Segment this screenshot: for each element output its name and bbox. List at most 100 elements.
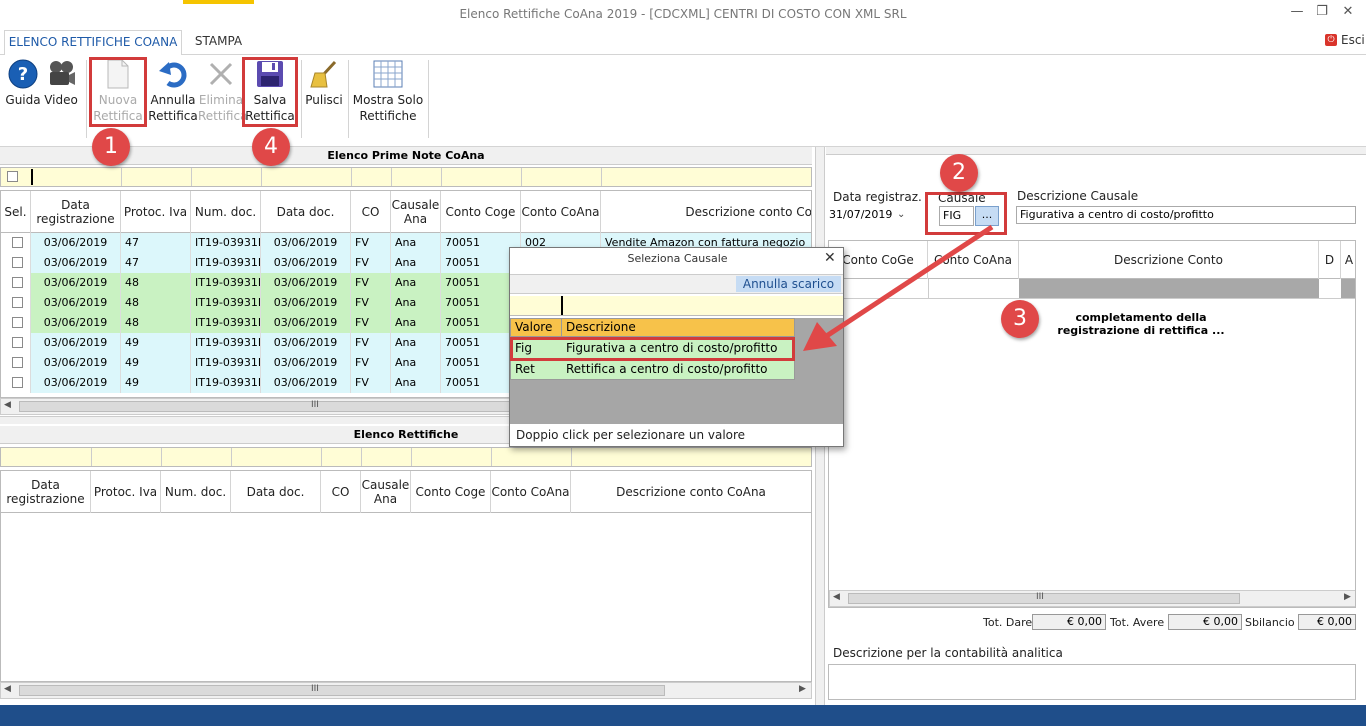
descrizione-analitica-field[interactable] [828,664,1356,700]
col-descrizione-conto-coana[interactable]: Descrizione conto CoAna [571,471,811,513]
cell-sel[interactable] [1,273,31,293]
video-button[interactable]: Video [42,58,80,108]
col-dare[interactable]: D [1319,241,1341,279]
scroll-right-icon[interactable]: ▶ [799,684,806,694]
cell-sel[interactable] [1,293,31,313]
cell-co: FV [351,273,391,293]
col-descrizione-conto[interactable]: Descrizione Conto [1019,241,1319,279]
rettifiche-hscrollbar[interactable]: ◀ III ▶ [0,682,812,699]
cell-sel[interactable] [1,373,31,393]
row-select-checkbox[interactable] [12,297,23,308]
guida-label: Guida [5,93,41,107]
list-item[interactable]: Ret Rettifica a centro di costo/profitto [510,360,795,380]
cell-prot: 48 [121,293,191,313]
dialog-filter-row[interactable] [510,296,843,316]
cell-prot: 49 [121,373,191,393]
scroll-grip: III [311,400,319,410]
dialog-header-row: Valore Descrizione [510,318,795,337]
cell-prot: 49 [121,333,191,353]
col-descrizione-conto[interactable]: Descrizione conto Co [601,191,811,233]
restore-icon[interactable]: ❐ [1310,4,1334,24]
righe-hscrollbar[interactable]: ◀ III ▶ [829,590,1355,607]
pulisci-label: Pulisci [305,93,343,107]
select-all-checkbox[interactable] [7,171,18,182]
prime-note-hscrollbar[interactable]: ◀ III [0,398,513,415]
row-select-checkbox[interactable] [12,317,23,328]
cell-data: 03/06/2019 [31,293,121,313]
cell-datadoc: 03/06/2019 [261,373,351,393]
close-window-icon[interactable]: ✕ [1336,4,1360,24]
col-causale-ana[interactable]: Causale Ana [391,191,441,233]
row-select-checkbox[interactable] [12,357,23,368]
row-select-checkbox[interactable] [12,337,23,348]
col-num-doc[interactable]: Num. doc. [191,191,261,233]
video-label: Video [44,93,78,107]
exit-icon[interactable]: ⏻ [1325,34,1337,46]
cell-caus: Ana [391,333,441,353]
highlight-fig-row [510,337,795,361]
tab-elenco-rettifiche[interactable]: ELENCO RETTIFICHE COANA [4,30,182,56]
filter-divider [121,168,122,186]
scroll-thumb[interactable] [848,593,1240,604]
right-top-splitter[interactable] [826,147,1366,155]
pulisci-button[interactable]: Pulisci [304,58,344,108]
col-conto-coge[interactable]: Conto Coge [411,471,491,513]
col-conto-coge[interactable]: Conto Coge [441,191,521,233]
col-num-doc[interactable]: Num. doc. [161,471,231,513]
guida-button[interactable]: ? Guida [4,58,42,108]
row-select-checkbox[interactable] [12,237,23,248]
col-causale-ana[interactable]: Causale Ana [361,471,411,513]
scroll-right-icon[interactable]: ▶ [1344,592,1351,602]
col-co[interactable]: CO [351,191,391,233]
delete-x-icon [205,58,237,90]
col-valore[interactable]: Valore [515,320,552,334]
row-select-checkbox[interactable] [12,277,23,288]
filter-divider [441,168,442,186]
mostra-solo-rettifiche-button[interactable]: Mostra Solo Rettifiche [352,58,424,124]
col-data-doc[interactable]: Data doc. [231,471,321,513]
cell-prot: 48 [121,313,191,333]
minimize-icon[interactable]: — [1285,4,1309,24]
cell-caus: Ana [391,313,441,333]
grid-icon [372,58,404,90]
elimina-rettifica-button[interactable]: Elimina Rettifica [198,58,247,124]
col-protoc-iva[interactable]: Protoc. Iva [121,191,191,233]
col-sel[interactable]: Sel. [1,191,31,233]
prime-note-filter-row[interactable] [0,167,812,187]
col-data-registrazione[interactable]: Data registrazione [31,191,121,233]
col-conto-coana[interactable]: Conto CoAna [521,191,601,233]
tab-stampa[interactable]: STAMPA [183,30,254,56]
col-descrizione[interactable]: Descrizione [566,320,636,334]
cell-sel[interactable] [1,253,31,273]
col-conto-coana[interactable]: Conto CoAna [491,471,571,513]
scroll-left-icon[interactable]: ◀ [833,592,840,602]
col-protoc-iva[interactable]: Protoc. Iva [91,471,161,513]
scroll-left-icon[interactable]: ◀ [4,400,11,410]
row-select-checkbox[interactable] [12,257,23,268]
exit-button[interactable]: Esci [1341,33,1365,47]
rettifiche-filter-row[interactable] [0,447,812,467]
highlight-salva [242,57,298,127]
ribbon-separator [428,60,429,138]
row-select-checkbox[interactable] [12,377,23,388]
dialog-footer-hint: Doppio click per selezionare un valore [516,428,746,442]
col-avere[interactable]: A [1341,241,1355,279]
col-co[interactable]: CO [321,471,361,513]
filter-divider [411,448,412,466]
col-data-registrazione[interactable]: Data registrazione [1,471,91,513]
cell-sel[interactable] [1,233,31,253]
scroll-left-icon[interactable]: ◀ [4,684,11,694]
cell-sel[interactable] [1,353,31,373]
cell-sel[interactable] [1,313,31,333]
cell-data: 03/06/2019 [31,273,121,293]
col-data-doc[interactable]: Data doc. [261,191,351,233]
cell-caus: Ana [391,253,441,273]
completamento-note: completamento della registrazione di ret… [1041,311,1241,337]
annulla-rettifica-button[interactable]: Annulla Rettifica [148,58,198,124]
window-title: Elenco Rettifiche CoAna 2019 - [CDCXML] … [459,7,907,21]
filter-divider [91,448,92,466]
cell-sel[interactable] [1,333,31,353]
broom-icon [308,58,340,90]
scroll-thumb[interactable] [19,401,513,412]
scroll-thumb[interactable] [19,685,665,696]
